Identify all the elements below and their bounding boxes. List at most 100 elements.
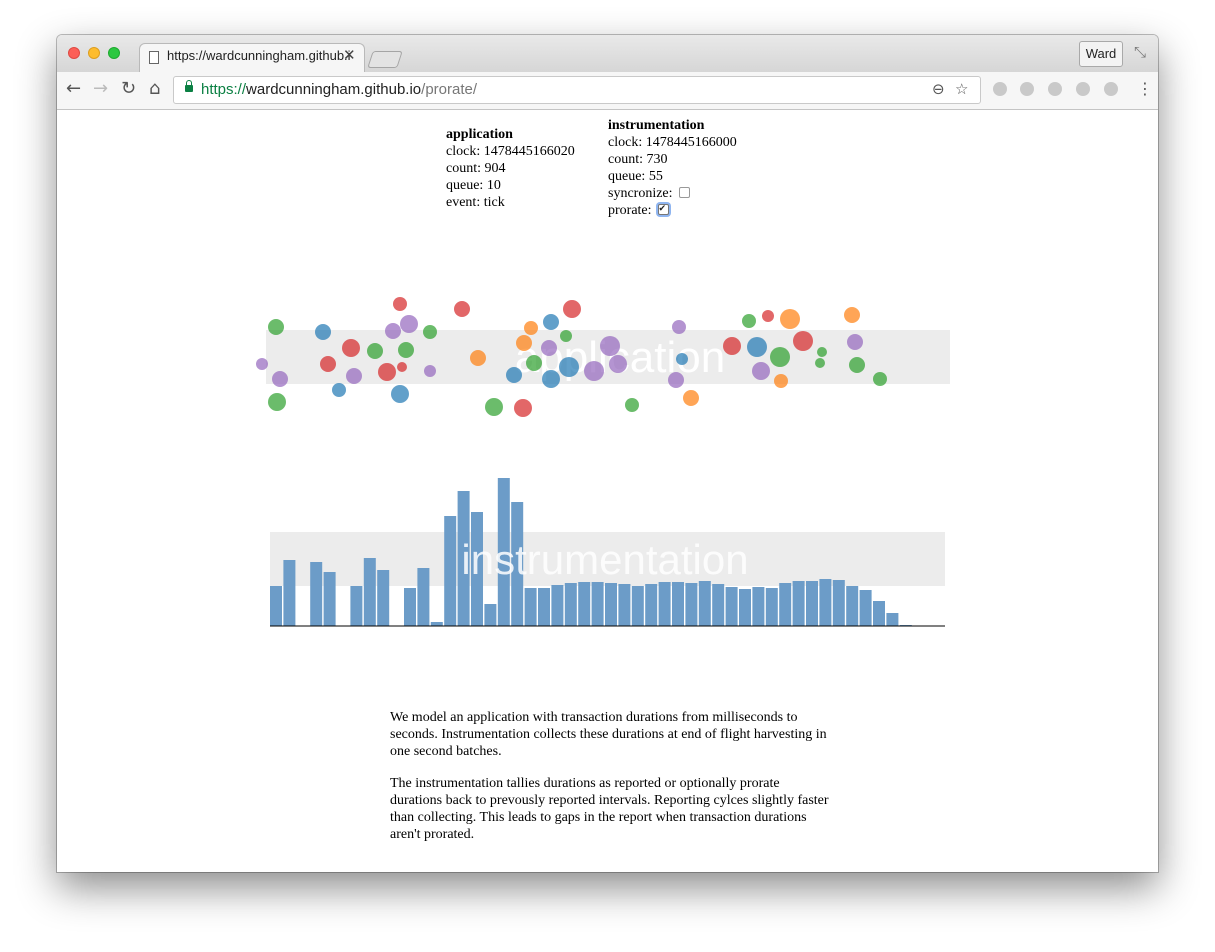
- url-text[interactable]: https://wardcunningham.github.io/prorate…: [201, 81, 477, 98]
- reload-icon[interactable]: ↻: [121, 78, 136, 99]
- bar: [645, 584, 658, 626]
- back-icon[interactable]: ←: [66, 78, 81, 99]
- bar: [551, 585, 564, 626]
- bar: [765, 588, 778, 626]
- transaction-bubble: [600, 336, 620, 356]
- extension-icon-4[interactable]: [1076, 82, 1090, 96]
- transaction-bubble: [762, 310, 774, 322]
- transaction-bubble: [378, 363, 396, 381]
- bar: [725, 587, 738, 626]
- bar: [430, 622, 443, 626]
- new-tab-button[interactable]: [367, 51, 403, 68]
- lock-icon: [185, 80, 193, 92]
- address-bar[interactable]: https://wardcunningham.github.io/prorate…: [173, 76, 981, 104]
- transaction-bubble: [609, 355, 627, 373]
- transaction-bubble: [780, 309, 800, 329]
- transaction-bubble: [398, 342, 414, 358]
- window-close-button[interactable]: [68, 47, 80, 59]
- transaction-bubble: [367, 343, 383, 359]
- bar: [779, 583, 792, 626]
- forward-icon[interactable]: →: [93, 78, 108, 99]
- transaction-bubble: [683, 390, 699, 406]
- transaction-bubble: [454, 301, 470, 317]
- window-maximize-button[interactable]: [108, 47, 120, 59]
- bar: [310, 562, 323, 626]
- transaction-bubble: [346, 368, 362, 384]
- browser-window: https://wardcunningham.github.io/prorate…: [57, 35, 1158, 872]
- visualization: application instrumentation: [256, 297, 950, 627]
- extension-icon-2[interactable]: [1020, 82, 1034, 96]
- bar: [886, 613, 899, 626]
- extension-icon-5[interactable]: [1104, 82, 1118, 96]
- transaction-bubble: [506, 367, 522, 383]
- transaction-bubble: [268, 319, 284, 335]
- transaction-bubble: [332, 383, 346, 397]
- profile-button[interactable]: Ward: [1079, 41, 1123, 67]
- menu-icon[interactable]: ⋮: [1137, 79, 1153, 98]
- bar: [417, 568, 430, 626]
- transaction-bubble: [563, 300, 581, 318]
- bar: [672, 582, 684, 626]
- bar: [819, 579, 832, 626]
- bar: [564, 583, 577, 626]
- bar: [806, 581, 818, 626]
- fullscreen-icon[interactable]: ⤡: [1134, 43, 1146, 61]
- transaction-bubble: [559, 357, 579, 377]
- zoom-icon[interactable]: ⊖: [932, 80, 945, 98]
- transaction-bubble: [397, 362, 407, 372]
- bar: [739, 589, 751, 626]
- transaction-bubble: [485, 398, 503, 416]
- bar: [524, 588, 537, 626]
- transaction-bubble: [584, 361, 604, 381]
- home-icon[interactable]: ⌂: [149, 78, 160, 99]
- transaction-bubble: [774, 374, 788, 388]
- transaction-bubble: [541, 340, 557, 356]
- extension-icon-3[interactable]: [1048, 82, 1062, 96]
- toolbar: ← → ↻ ⌂ https://wardcunningham.github.io…: [57, 72, 1158, 110]
- tab-strip: https://wardcunningham.github.io/prorate…: [57, 35, 1158, 74]
- bar: [484, 604, 497, 626]
- bar: [444, 516, 457, 626]
- bar: [859, 590, 872, 626]
- transaction-bubble: [516, 335, 532, 351]
- transaction-bubble: [676, 353, 688, 365]
- tab-title[interactable]: https://wardcunningham.github.io/prorate…: [167, 48, 351, 63]
- star-icon[interactable]: ☆: [955, 80, 968, 98]
- transaction-bubble: [793, 331, 813, 351]
- paragraph-1: We model an application with transaction…: [390, 710, 827, 759]
- transaction-bubble: [770, 347, 790, 367]
- bar: [578, 582, 591, 626]
- bar: [712, 584, 725, 626]
- transaction-bubble: [752, 362, 770, 380]
- transaction-bubble: [844, 307, 860, 323]
- bar: [377, 570, 390, 626]
- transaction-bubble: [672, 320, 686, 334]
- bar: [350, 586, 363, 626]
- bar: [618, 584, 631, 626]
- transaction-bubble: [524, 321, 538, 335]
- transaction-bubble: [817, 347, 827, 357]
- bar: [698, 581, 711, 626]
- bar: [363, 558, 376, 626]
- bar: [631, 586, 644, 626]
- transaction-bubble: [542, 370, 560, 388]
- transaction-bubble: [873, 372, 887, 386]
- bar: [404, 588, 416, 626]
- transaction-bubble: [400, 315, 418, 333]
- transaction-bubble: [526, 355, 542, 371]
- page-icon: [149, 51, 159, 64]
- transaction-bubble: [625, 398, 639, 412]
- transaction-bubble: [424, 365, 436, 377]
- transaction-bubble: [742, 314, 756, 328]
- bar: [270, 586, 282, 626]
- transaction-bubble: [393, 297, 407, 311]
- bar: [538, 588, 550, 626]
- bar: [832, 580, 845, 626]
- bar: [873, 601, 885, 626]
- transaction-bubble: [268, 393, 286, 411]
- close-icon[interactable]: ✕: [343, 46, 356, 64]
- extension-icon-1[interactable]: [993, 82, 1007, 96]
- window-minimize-button[interactable]: [88, 47, 100, 59]
- transaction-bubble: [560, 330, 572, 342]
- bar: [323, 572, 336, 626]
